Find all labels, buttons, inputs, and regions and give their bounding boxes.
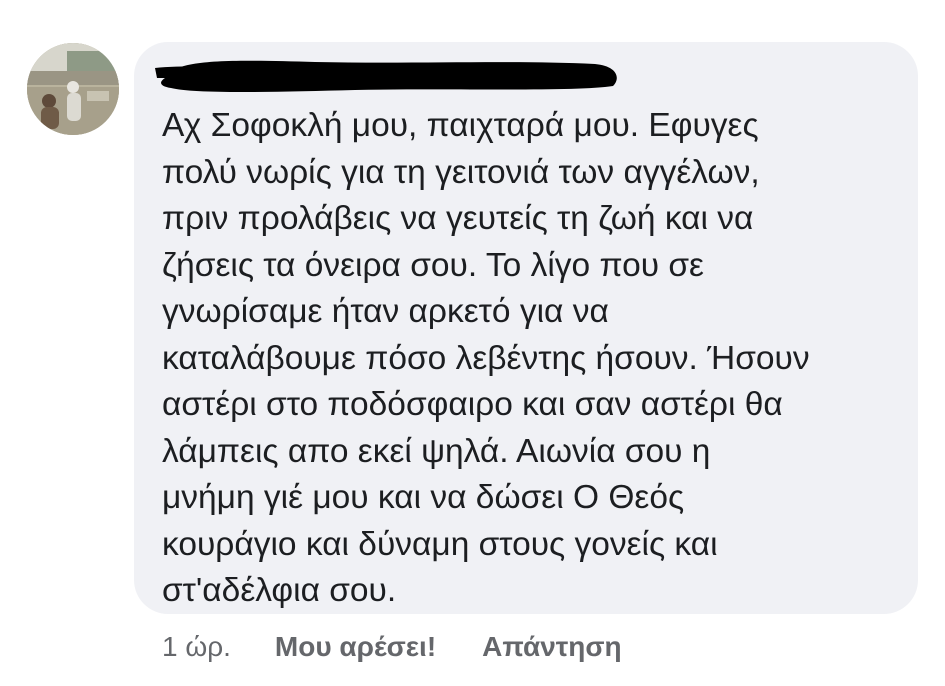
avatar[interactable] xyxy=(27,43,119,135)
comment-actions: 1 ώρ. Μου αρέσει! Απάντηση xyxy=(162,627,668,667)
like-button[interactable]: Μου αρέσει! xyxy=(275,631,436,663)
profile-photo xyxy=(27,43,119,135)
comment-text: Αχ Σοφοκλή μου, παιχταρά μου. Εφυγες πολ… xyxy=(162,107,810,609)
reply-button[interactable]: Απάντηση xyxy=(482,631,622,663)
comment-timestamp[interactable]: 1 ώρ. xyxy=(162,631,231,663)
redacted-author-name xyxy=(155,60,617,92)
